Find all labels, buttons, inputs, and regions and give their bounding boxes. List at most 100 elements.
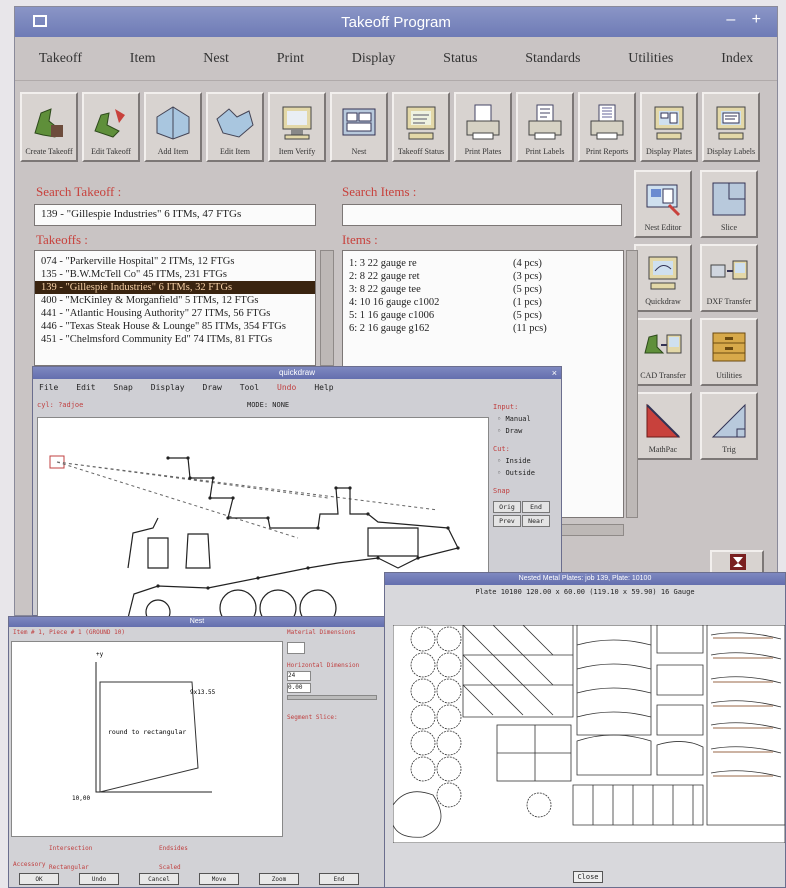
dxf-transfer-icon (710, 260, 748, 280)
snap-prev-button[interactable]: Prev (493, 515, 521, 527)
plate-canvas[interactable] (393, 625, 785, 843)
qd-menu-help[interactable]: Help (314, 383, 333, 392)
edit-item-button[interactable]: Edit Item (206, 92, 264, 162)
item-qty: (3 pcs) (513, 271, 542, 282)
undo-button[interactable]: Undo (79, 873, 119, 885)
takeoff-row[interactable]: 400 - "McKinley & Morganfield" 5 ITMs, 1… (35, 294, 315, 307)
material-button[interactable] (287, 642, 305, 654)
legend-intersection[interactable]: Intersection (49, 845, 159, 852)
move-button[interactable]: Move (199, 873, 239, 885)
main-toolbar: Create Takeoff Edit Takeoff Add Item Edi… (20, 92, 760, 162)
qd-menu-display[interactable]: Display (151, 383, 185, 392)
mathpac-label: MathPac (648, 445, 678, 454)
menu-nest[interactable]: Nest (203, 51, 229, 67)
qd-menu-undo[interactable]: Undo (277, 383, 296, 392)
print-labels-button[interactable]: Print Labels (516, 92, 574, 162)
menu-utilities[interactable]: Utilities (628, 51, 673, 67)
items-hscrollbar[interactable] (560, 524, 624, 536)
legend-rectangular[interactable]: Rectangular (49, 864, 159, 871)
edit-item-label: Edit Item (220, 147, 250, 156)
search-takeoff-field[interactable]: 139 - "Gillespie Industries" 6 ITMs, 47 … (34, 204, 316, 226)
edit-takeoff-button[interactable]: Edit Takeoff (82, 92, 140, 162)
cut-label: Cut: (493, 445, 510, 453)
close-icon[interactable]: × (552, 367, 557, 379)
exit-button[interactable] (710, 550, 764, 574)
slice-button[interactable]: Slice (700, 170, 758, 238)
add-item-button[interactable]: Add Item (144, 92, 202, 162)
menu-print[interactable]: Print (277, 51, 304, 67)
shape-text: round to rectangular (108, 728, 186, 736)
nest-button[interactable]: Nest (330, 92, 388, 162)
print-plates-button[interactable]: Print Plates (454, 92, 512, 162)
mathpac-button[interactable]: MathPac (634, 392, 692, 460)
item-row[interactable]: 3: 8 22 gauge tee (5 pcs) (343, 283, 623, 296)
dxf-transfer-button[interactable]: DXF Transfer (700, 244, 758, 312)
utilities-icon (712, 332, 746, 362)
legend-scaled[interactable]: Scaled (159, 864, 269, 871)
menu-index[interactable]: Index (721, 51, 753, 67)
nest-editor-button[interactable]: Nest Editor (634, 170, 692, 238)
window-title: Takeoff Program (341, 13, 451, 31)
menu-display[interactable]: Display (352, 51, 396, 67)
input-manual-radio[interactable]: ◦ Manual (497, 415, 559, 423)
legend-endsides[interactable]: Endsides (159, 845, 269, 852)
nest-canvas[interactable]: +y 10,00 9x13.55 round to rectangular (11, 641, 283, 837)
end-button[interactable]: End (319, 873, 359, 885)
create-takeoff-button[interactable]: Create Takeoff (20, 92, 78, 162)
close-button[interactable]: Close (573, 871, 603, 883)
takeoff-row[interactable]: 441 - "Atlantic Housing Authority" 27 IT… (35, 307, 315, 320)
item-row[interactable]: 1: 3 22 gauge re (4 pcs) (343, 257, 623, 270)
takeoff-row[interactable]: 074 - "Parkerville Hospital" 2 ITMs, 12 … (35, 255, 315, 268)
quickdraw-button[interactable]: Quickdraw (634, 244, 692, 312)
window-menu-icon[interactable] (33, 15, 47, 27)
search-takeoff-label: Search Takeoff : (36, 184, 122, 199)
snap-end-button[interactable]: End (522, 501, 550, 513)
search-items-field[interactable] (342, 204, 622, 226)
item-row[interactable]: 4: 10 16 gauge c1002 (1 pcs) (343, 296, 623, 309)
takeoff-row[interactable]: 446 - "Texas Steak House & Lounge" 85 IT… (35, 320, 315, 333)
qd-menu-tool[interactable]: Tool (240, 383, 259, 392)
quickdraw-icon (648, 256, 678, 290)
menu-item[interactable]: Item (130, 51, 156, 67)
print-reports-icon (590, 104, 624, 140)
snap-orig-button[interactable]: Orig (493, 501, 521, 513)
menu-standards[interactable]: Standards (525, 51, 580, 67)
takeoff-status-button[interactable]: Takeoff Status (392, 92, 450, 162)
takeoffs-scrollbar[interactable] (320, 250, 334, 366)
item-verify-button[interactable]: Item Verify (268, 92, 326, 162)
qd-menu-edit[interactable]: Edit (76, 383, 95, 392)
snap-near-button[interactable]: Near (522, 515, 550, 527)
display-labels-button[interactable]: Display Labels (702, 92, 760, 162)
item-row[interactable]: 5: 1 16 gauge c1006 (5 pcs) (343, 309, 623, 322)
cut-outside-radio[interactable]: ◦ Outside (497, 469, 559, 477)
utilities-button[interactable]: Utilities (700, 318, 758, 386)
cut-inside-radio[interactable]: ◦ Inside (497, 457, 559, 465)
trig-button[interactable]: Trig (700, 392, 758, 460)
menu-status[interactable]: Status (443, 51, 477, 67)
print-labels-icon (528, 104, 562, 140)
item-row[interactable]: 6: 2 16 gauge g162 (11 pcs) (343, 322, 623, 335)
qd-menu-file[interactable]: File (39, 383, 58, 392)
print-reports-button[interactable]: Print Reports (578, 92, 636, 162)
display-plates-button[interactable]: Display Plates (640, 92, 698, 162)
qd-menu-snap[interactable]: Snap (114, 383, 133, 392)
items-scrollbar[interactable] (626, 250, 638, 518)
input-draw-radio[interactable]: ◦ Draw (497, 427, 559, 435)
takeoff-row-selected[interactable]: 139 - "Gillespie Industries" 6 ITMs, 32 … (35, 281, 315, 294)
trig-label: Trig (722, 445, 736, 454)
dimension-slider[interactable] (287, 695, 377, 700)
takeoff-row[interactable]: 451 - "Chelmsford Community Ed" 74 ITMs,… (35, 333, 315, 346)
item-row[interactable]: 2: 8 22 gauge ret (3 pcs) (343, 270, 623, 283)
zoom-button[interactable]: Zoom (259, 873, 299, 885)
takeoff-status-label: Takeoff Status (397, 147, 445, 156)
cancel-button[interactable]: Cancel (139, 873, 179, 885)
window-controls[interactable]: – + (726, 11, 767, 29)
horizontal-dimension-field[interactable]: 24 (287, 671, 311, 681)
takeoff-row[interactable]: 135 - "B.W.McTell Co" 45 ITMs, 231 FTGs (35, 268, 315, 281)
ok-button[interactable]: OK (19, 873, 59, 885)
qd-menu-draw[interactable]: Draw (203, 383, 222, 392)
menu-takeoff[interactable]: Takeoff (39, 51, 82, 67)
cad-transfer-button[interactable]: CAD Transfer (634, 318, 692, 386)
vertical-dimension-field[interactable]: 0.00 (287, 683, 311, 693)
nest-button-row: OK Undo Cancel Move Zoom End (19, 873, 359, 885)
